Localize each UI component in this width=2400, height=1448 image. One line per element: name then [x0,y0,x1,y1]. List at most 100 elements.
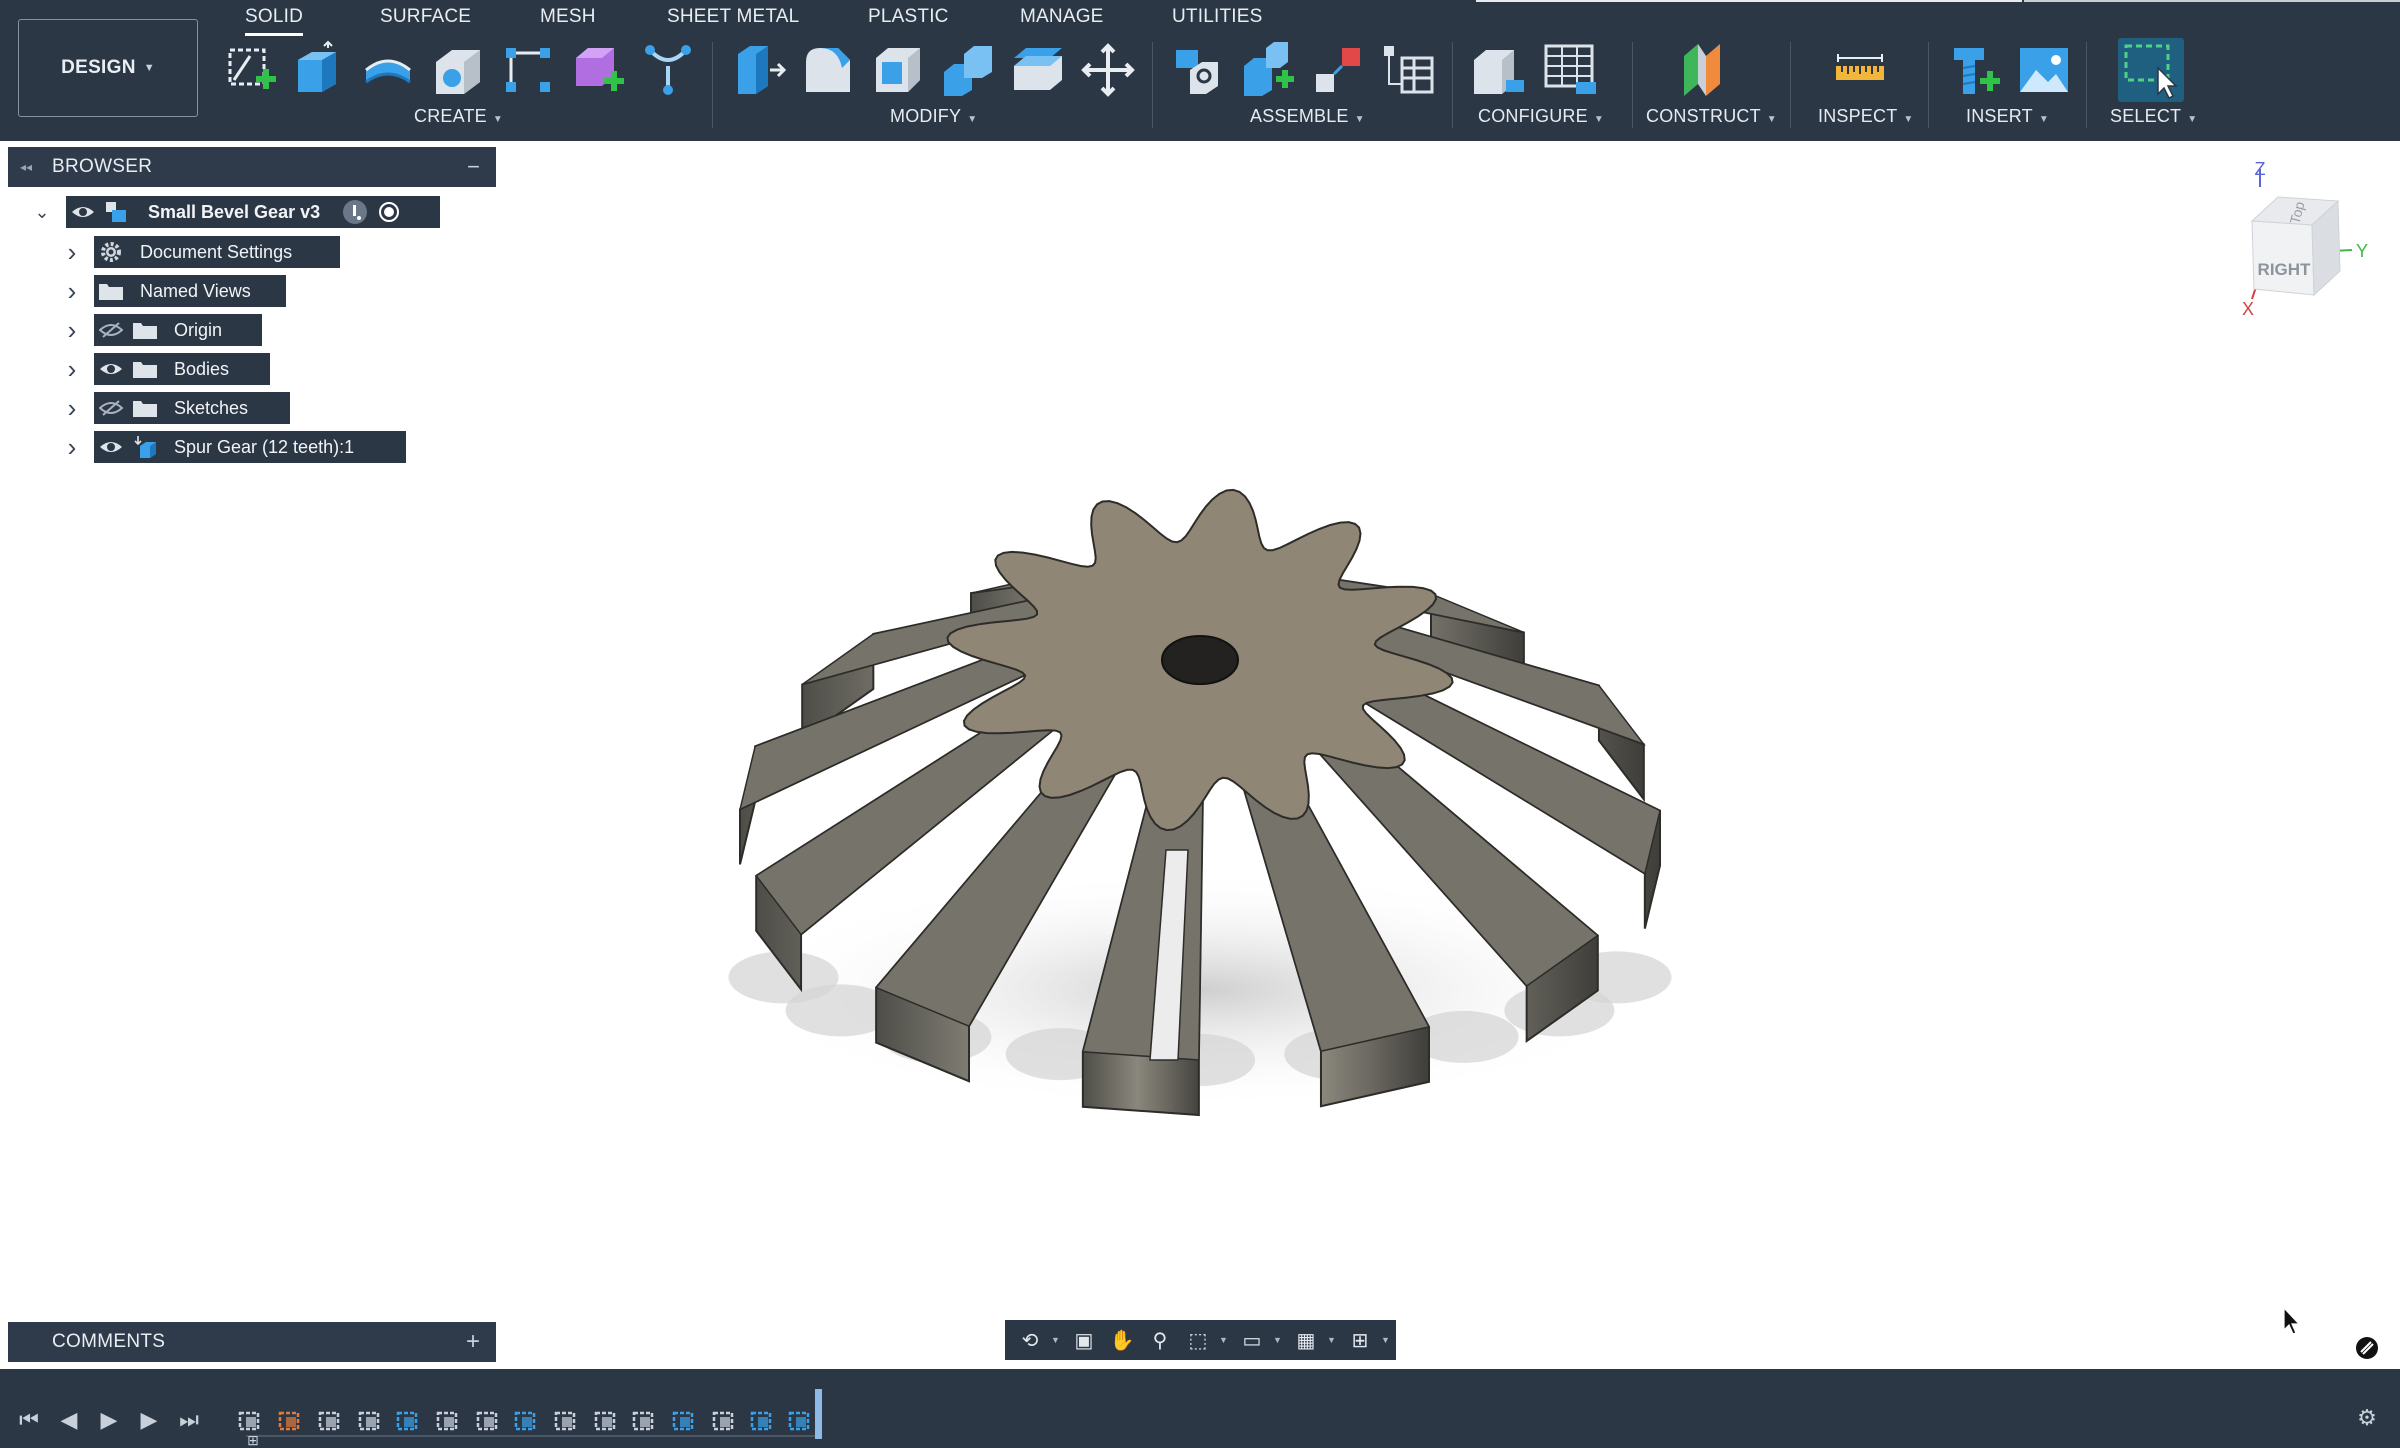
browser-item[interactable]: Origin [94,314,262,346]
timeline-loft-icon[interactable] [670,1407,698,1435]
feedback-icon[interactable] [2356,1337,2378,1359]
play-icon[interactable]: ▶ [94,1405,124,1435]
zoom-icon[interactable]: ⚲ [1143,1324,1177,1356]
go-to-end-icon[interactable]: ⏭ [174,1405,204,1435]
go-to-start-icon[interactable]: ⏮ [14,1405,44,1435]
chevron-down-icon[interactable]: ▼ [1219,1335,1231,1345]
inspect-menu[interactable]: INSPECT ▼ [1818,106,1914,127]
insert-canvas-icon[interactable] [2014,40,2074,100]
timeline-revolve-icon[interactable] [512,1407,540,1435]
timeline-sketch-icon[interactable] [710,1407,738,1435]
minimize-icon[interactable]: − [467,154,480,180]
extrude-icon[interactable] [288,40,348,100]
tab-surface[interactable]: SURFACE [380,6,471,36]
timeline-combine-icon[interactable] [552,1407,580,1435]
offset-plane-icon[interactable] [1676,40,1736,100]
assemble-menu[interactable]: ASSEMBLE ▼ [1250,106,1365,127]
configuration-table-icon[interactable] [1540,40,1600,100]
measure-icon[interactable] [1830,40,1890,100]
comments-panel-header[interactable]: COMMENTS + [8,1322,496,1362]
tab-mesh[interactable]: MESH [540,6,596,36]
add-comment-icon[interactable]: + [466,1328,480,1356]
eye-icon[interactable] [66,196,100,228]
eye-hidden-icon[interactable] [94,392,128,424]
browser-item[interactable]: Sketches [94,392,290,424]
pattern-icon[interactable] [498,40,558,100]
new-component-assemble-icon[interactable] [1238,40,1298,100]
tab-manage[interactable]: MANAGE [1020,6,1104,36]
create-menu[interactable]: CREATE ▼ [414,106,503,127]
shell-icon[interactable] [868,40,928,100]
tab-utilities[interactable]: UTILITIES [1172,6,1262,36]
insert-menu[interactable]: INSERT ▼ [1966,106,2049,127]
step-back-icon[interactable]: ◀ [54,1405,84,1435]
display-settings-icon[interactable]: ▭ [1235,1324,1269,1356]
new-component-icon[interactable] [568,40,628,100]
configure-model-icon[interactable] [1468,40,1528,100]
hole-icon[interactable] [428,40,488,100]
modify-menu[interactable]: MODIFY ▼ [890,106,977,127]
collapse-panel-icon[interactable]: ◂◂ [8,160,44,174]
browser-item[interactable]: Document Settings [94,236,340,268]
joint-icon[interactable] [1168,40,1228,100]
timeline-sketch-icon[interactable] [276,1407,304,1435]
canvas-viewport[interactable] [0,141,2400,1369]
chevron-right-icon[interactable]: › [62,354,82,384]
insert-mcmaster-icon[interactable] [1946,40,2006,100]
combine-icon[interactable] [938,40,998,100]
orbit-icon[interactable]: ⟲ [1013,1324,1047,1356]
timeline-sketch-icon[interactable] [434,1407,462,1435]
timeline-marker[interactable] [815,1389,822,1439]
timeline-joint-icon[interactable] [316,1407,344,1435]
timeline-component-icon[interactable] [786,1407,814,1435]
browser-root-item[interactable]: Small Bevel Gear v3 [66,196,440,228]
fillet-icon[interactable] [798,40,858,100]
workspace-switcher[interactable]: DESIGN ▼ [18,19,198,117]
timeline-sketch-icon[interactable] [592,1407,620,1435]
eye-icon[interactable] [94,353,128,385]
construct-menu[interactable]: CONSTRUCT ▼ [1646,106,1777,127]
configure-menu[interactable]: CONFIGURE ▼ [1478,106,1604,127]
timeline-shell-icon[interactable] [748,1407,776,1435]
grid-icon[interactable]: ▦ [1289,1324,1323,1356]
step-forward-icon[interactable]: ▶ [134,1405,164,1435]
timeline-extrude-icon[interactable] [394,1407,422,1435]
chevron-down-icon[interactable]: ▼ [1327,1335,1339,1345]
fit-icon[interactable]: ⬚ [1181,1324,1215,1356]
create-sketch-icon[interactable] [220,40,280,100]
timeline-settings-gear-icon[interactable]: ⚙ [2352,1403,2382,1433]
timeline-sketch-icon[interactable] [630,1407,658,1435]
bevel-gear-model[interactable] [0,141,2400,1369]
tab-plastic[interactable]: PLASTIC [868,6,949,36]
look-at-icon[interactable]: ▣ [1067,1324,1101,1356]
timeline-move-icon[interactable] [356,1407,384,1435]
browser-item[interactable]: Named Views [94,275,286,307]
browser-panel-header[interactable]: ◂◂ BROWSER − [8,147,496,187]
chevron-right-icon[interactable]: › [62,393,82,423]
eye-hidden-icon[interactable] [94,314,128,346]
bill-of-materials-icon[interactable] [1378,40,1438,100]
view-cube[interactable]: Top RIGHT Z Y X [2222,155,2372,325]
tab-solid[interactable]: SOLID [245,6,304,36]
select-menu[interactable]: SELECT ▼ [2110,106,2197,127]
browser-item[interactable]: Spur Gear (12 teeth):1 [94,431,406,463]
timeline-expand-icon[interactable]: ⊞ [238,1425,268,1448]
offset-face-icon[interactable] [1008,40,1068,100]
select-tool-icon[interactable] [2118,38,2184,102]
chevron-down-icon[interactable]: ⌄ [32,202,52,222]
eye-icon[interactable] [94,431,128,463]
viewports-icon[interactable]: ⊞ [1343,1324,1377,1356]
chevron-right-icon[interactable]: › [62,432,82,462]
as-built-joint-icon[interactable] [1308,40,1368,100]
revolve-icon[interactable] [358,40,418,100]
chevron-down-icon[interactable]: ▼ [1381,1335,1393,1345]
chevron-right-icon[interactable]: › [62,276,82,306]
chevron-down-icon[interactable]: ▼ [1051,1335,1063,1345]
active-component-icon[interactable] [338,196,372,228]
radio-activate-icon[interactable] [372,196,406,228]
tab-sheet-metal[interactable]: SHEET METAL [667,6,799,36]
chevron-right-icon[interactable]: › [62,315,82,345]
chevron-right-icon[interactable]: › [62,237,82,267]
timeline-sketch-icon[interactable] [474,1407,502,1435]
browser-item[interactable]: Bodies [94,353,270,385]
